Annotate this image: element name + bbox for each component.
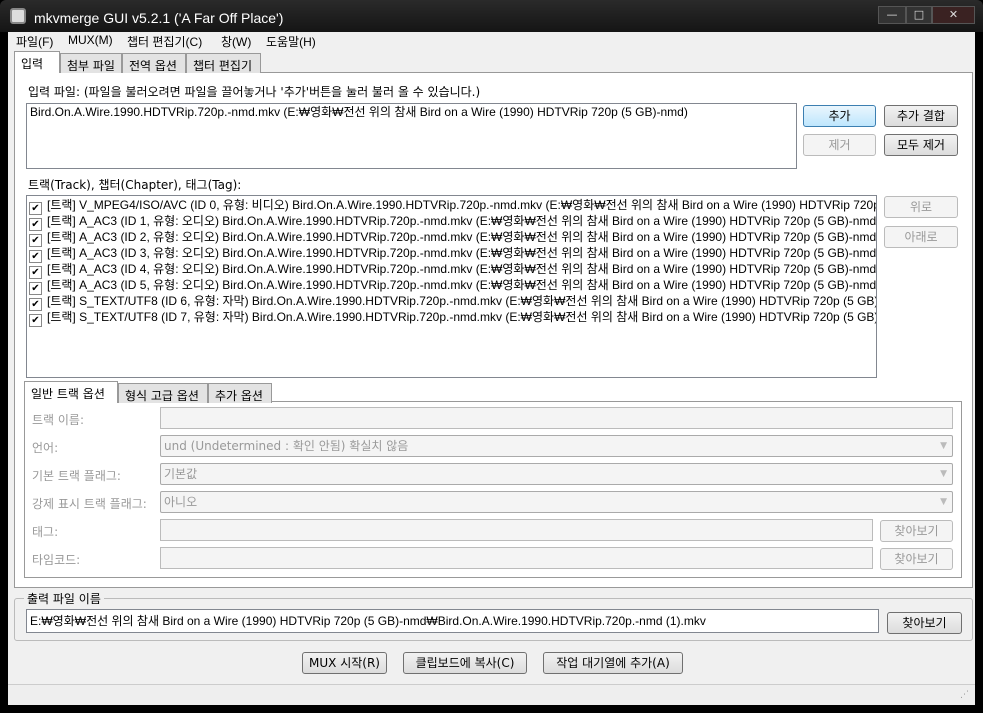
output-browse-button[interactable]: 찾아보기: [887, 612, 962, 634]
tracks-label: 트랙(Track), 챕터(Chapter), 태그(Tag):: [28, 178, 242, 192]
input-files-label: 입력 파일: (파일을 불러오려면 파일을 끌어놓거나 '추가'버튼을 눌러 불…: [28, 85, 481, 99]
tab-format-advanced-options[interactable]: 형식 고급 옵션: [118, 383, 208, 403]
track-checkbox[interactable]: ✔: [29, 314, 42, 327]
start-mux-button[interactable]: MUX 시작(R): [302, 652, 387, 674]
tab-global-options[interactable]: 전역 옵션: [122, 53, 186, 73]
track-item[interactable]: ✔ [트랙] A_AC3 (ID 4, 유형: 오디오) Bird.On.A.Wi…: [27, 261, 877, 279]
tab-general-track-options[interactable]: 일반 트랙 옵션: [24, 381, 118, 403]
default-flag-value: 기본값: [164, 467, 198, 481]
track-text: [트랙] A_AC3 (ID 3, 유형: 오디오) Bird.On.A.Wir…: [47, 246, 877, 260]
menu-mux[interactable]: MUX(M): [68, 33, 113, 51]
default-flag-select[interactable]: 기본값 ▼: [160, 463, 953, 485]
tags-label: 태그:: [32, 525, 59, 539]
move-down-button[interactable]: 아래로: [884, 226, 958, 248]
menu-help[interactable]: 도움말(H): [266, 33, 316, 51]
tags-input[interactable]: [160, 519, 873, 541]
status-bar: [8, 684, 975, 705]
track-text: [트랙] A_AC3 (ID 5, 유형: 오디오) Bird.On.A.Wir…: [47, 278, 877, 292]
move-up-button[interactable]: 위로: [884, 196, 958, 218]
chevron-down-icon: ▼: [940, 469, 947, 479]
track-text: [트랙] A_AC3 (ID 2, 유형: 오디오) Bird.On.A.Wir…: [47, 230, 877, 244]
track-name-input[interactable]: [160, 407, 953, 429]
remove-button[interactable]: 제거: [803, 134, 876, 156]
track-name-label: 트랙 이름:: [32, 413, 85, 427]
resize-grip-icon[interactable]: ⋰: [960, 690, 969, 700]
input-file-item[interactable]: Bird.On.A.Wire.1990.HDTVRip.720p.-nmd.mk…: [27, 104, 796, 120]
forced-flag-select[interactable]: 아니오 ▼: [160, 491, 953, 513]
add-to-queue-button[interactable]: 작업 대기열에 추가(A): [543, 652, 683, 674]
track-item[interactable]: ✔ [트랙] S_TEXT/UTF8 (ID 6, 유형: 자막) Bird.On…: [27, 293, 877, 311]
forced-flag-label: 강제 표시 트랙 플래그:: [32, 497, 147, 511]
close-button[interactable]: ✕: [932, 6, 975, 24]
forced-flag-value: 아니오: [164, 495, 198, 509]
track-item[interactable]: ✔ [트랙] A_AC3 (ID 3, 유형: 오디오) Bird.On.A.Wi…: [27, 245, 877, 263]
input-files-list[interactable]: Bird.On.A.Wire.1990.HDTVRip.720p.-nmd.mk…: [26, 103, 797, 169]
chevron-down-icon: ▼: [940, 441, 947, 451]
add-button[interactable]: 추가: [803, 105, 876, 127]
window-title: mkvmerge GUI v5.2.1 ('A Far Off Place'): [34, 10, 284, 26]
timecodes-input[interactable]: [160, 547, 873, 569]
timecodes-browse-button[interactable]: 찾아보기: [880, 548, 953, 570]
copy-to-clipboard-button[interactable]: 클립보드에 복사(C): [403, 652, 527, 674]
tab-chapter-editor[interactable]: 챕터 편집기: [186, 53, 261, 73]
track-item[interactable]: ✔ [트랙] S_TEXT/UTF8 (ID 7, 유형: 자막) Bird.On…: [27, 309, 877, 327]
tracks-list[interactable]: ✔ [트랙] V_MPEG4/ISO/AVC (ID 0, 유형: 비디오) Bi…: [26, 195, 877, 378]
language-value: und (Undetermined : 확인 안됨) 확실치 않음: [164, 439, 409, 453]
timecodes-label: 타임코드:: [32, 553, 81, 567]
track-text: [트랙] S_TEXT/UTF8 (ID 7, 유형: 자막) Bird.On.…: [47, 310, 877, 324]
track-item[interactable]: ✔ [트랙] V_MPEG4/ISO/AVC (ID 0, 유형: 비디오) Bi…: [27, 197, 877, 215]
track-text: [트랙] S_TEXT/UTF8 (ID 6, 유형: 자막) Bird.On.…: [47, 294, 877, 308]
remove-all-button[interactable]: 모두 제거: [884, 134, 958, 156]
menu-file[interactable]: 파일(F): [16, 33, 53, 51]
language-select[interactable]: und (Undetermined : 확인 안됨) 확실치 않음 ▼: [160, 435, 953, 457]
append-button[interactable]: 추가 결합: [884, 105, 958, 127]
menu-chapter-editor[interactable]: 챕터 편집기(C): [127, 33, 202, 51]
tab-attachments[interactable]: 첨부 파일: [60, 53, 122, 73]
tab-input[interactable]: 입력: [14, 51, 60, 73]
maximize-button[interactable]: □: [906, 6, 932, 24]
output-label: 출력 파일 이름: [24, 590, 104, 607]
minimize-button[interactable]: —: [878, 6, 906, 24]
default-flag-label: 기본 트랙 플래그:: [32, 469, 121, 483]
chevron-down-icon: ▼: [940, 497, 947, 507]
track-item[interactable]: ✔ [트랙] A_AC3 (ID 5, 유형: 오디오) Bird.On.A.Wi…: [27, 277, 877, 295]
app-icon: [10, 8, 26, 24]
menu-window[interactable]: 창(W): [221, 33, 251, 51]
language-label: 언어:: [32, 441, 59, 455]
track-item[interactable]: ✔ [트랙] A_AC3 (ID 1, 유형: 오디오) Bird.On.A.Wi…: [27, 213, 877, 231]
tab-extra-options[interactable]: 추가 옵션: [208, 383, 272, 403]
tags-browse-button[interactable]: 찾아보기: [880, 520, 953, 542]
output-file-input[interactable]: E:₩영화₩전선 위의 참새 Bird on a Wire (1990) HDT…: [26, 609, 879, 633]
track-item[interactable]: ✔ [트랙] A_AC3 (ID 2, 유형: 오디오) Bird.On.A.Wi…: [27, 229, 877, 247]
track-text: [트랙] A_AC3 (ID 1, 유형: 오디오) Bird.On.A.Wir…: [47, 214, 877, 228]
track-text: [트랙] A_AC3 (ID 4, 유형: 오디오) Bird.On.A.Wir…: [47, 262, 877, 276]
track-text: [트랙] V_MPEG4/ISO/AVC (ID 0, 유형: 비디오) Bir…: [47, 198, 877, 212]
